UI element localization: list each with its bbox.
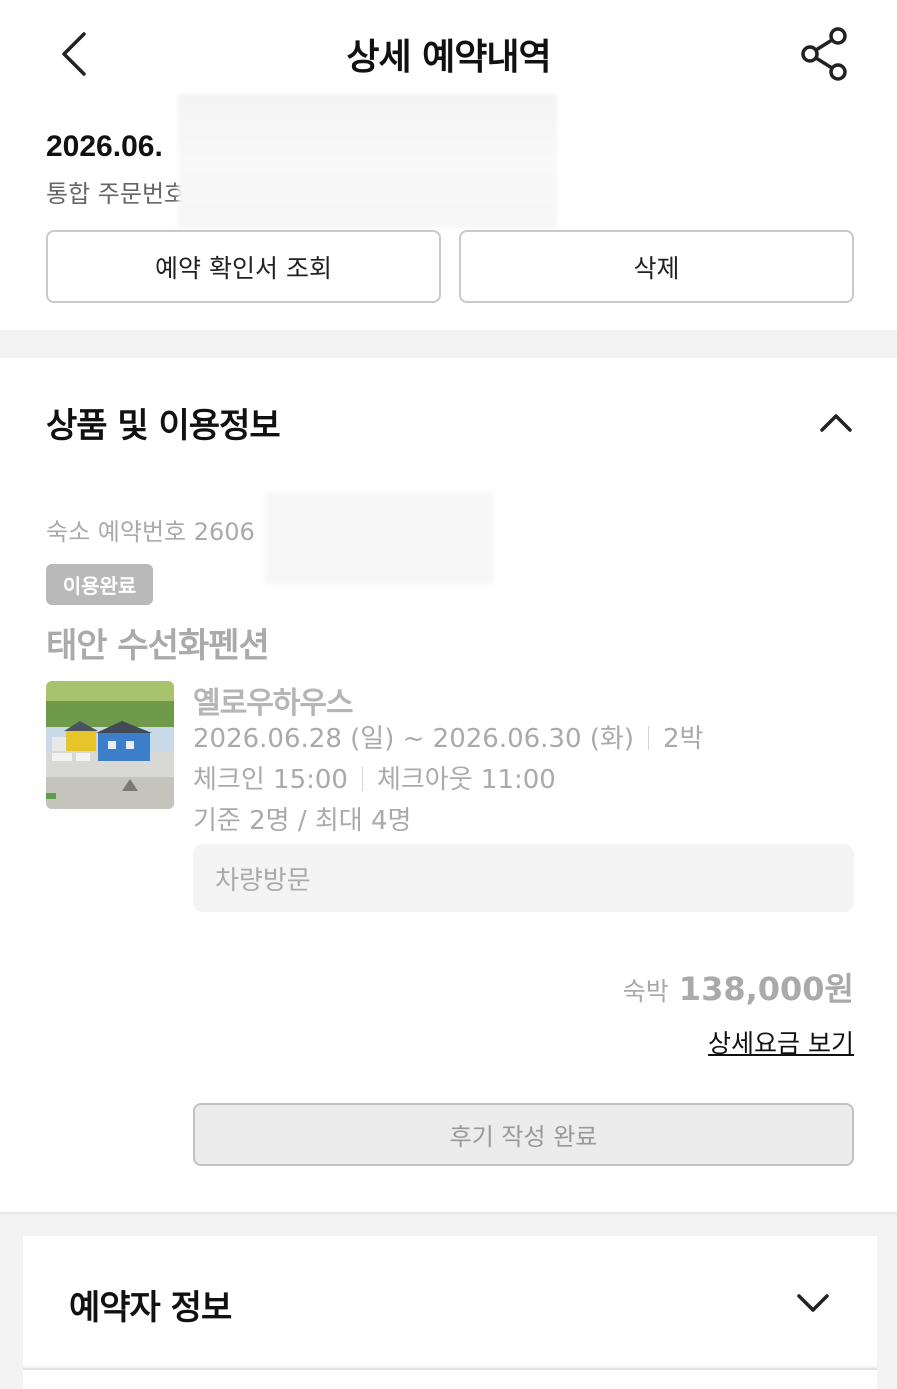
price-value: 138,000원 <box>678 970 854 1008</box>
next-section-card <box>23 1368 877 1389</box>
expand-button[interactable] <box>795 1286 831 1318</box>
chevron-up-icon <box>820 414 852 432</box>
booker-info-section[interactable]: 예약자 정보 <box>23 1236 877 1366</box>
page-title: 상세 예약내역 <box>346 37 551 78</box>
share-icon <box>801 27 847 81</box>
chevron-down-icon <box>797 1294 829 1312</box>
section-divider <box>0 330 897 358</box>
price-label: 숙박 <box>622 977 669 1006</box>
room-photo <box>46 681 174 809</box>
reservation-number: 숙소 예약번호 2606 <box>46 518 255 546</box>
stay-dates-row: 2026.06.28 (일) ~ 2026.06.30 (화) 2박 <box>193 718 703 755</box>
stay-dates: 2026.06.28 (일) ~ 2026.06.30 (화) <box>193 724 634 754</box>
redacted-overlay <box>265 492 493 584</box>
property-name: 태안 수선화펜션 <box>46 626 270 666</box>
checkout-time: 체크아웃 11:00 <box>376 765 556 795</box>
delete-button[interactable]: 삭제 <box>459 230 854 303</box>
checkin-time: 체크인 15:00 <box>193 765 348 795</box>
order-number-label: 통합 주문번호 <box>46 180 187 208</box>
room-thumbnail[interactable] <box>46 681 174 809</box>
order-date: 2026.06. <box>46 130 163 163</box>
price-row: 숙박 138,000원 <box>623 964 854 1010</box>
stay-nights: 2박 <box>663 724 704 754</box>
room-name: 옐로우하우스 <box>193 686 354 721</box>
separator <box>648 726 649 750</box>
capacity: 기준 2명 / 최대 4명 <box>193 806 412 836</box>
share-button[interactable] <box>796 26 854 82</box>
review-complete-button[interactable]: 후기 작성 완료 <box>193 1103 854 1166</box>
request-note: 차량방문 <box>193 844 854 912</box>
checkin-row: 체크인 15:00 체크아웃 11:00 <box>193 759 556 796</box>
section-title: 상품 및 이용정보 <box>46 406 281 446</box>
separator <box>361 767 363 791</box>
header-bar: 상세 예약내역 <box>0 0 897 100</box>
redacted-overlay <box>178 94 557 228</box>
price-detail-link[interactable]: 상세요금 보기 <box>708 1024 854 1060</box>
collapse-button[interactable] <box>816 404 856 440</box>
booker-title: 예약자 정보 <box>69 1288 232 1328</box>
view-confirmation-button[interactable]: 예약 확인서 조회 <box>46 230 441 303</box>
status-badge: 이용완료 <box>46 564 153 605</box>
